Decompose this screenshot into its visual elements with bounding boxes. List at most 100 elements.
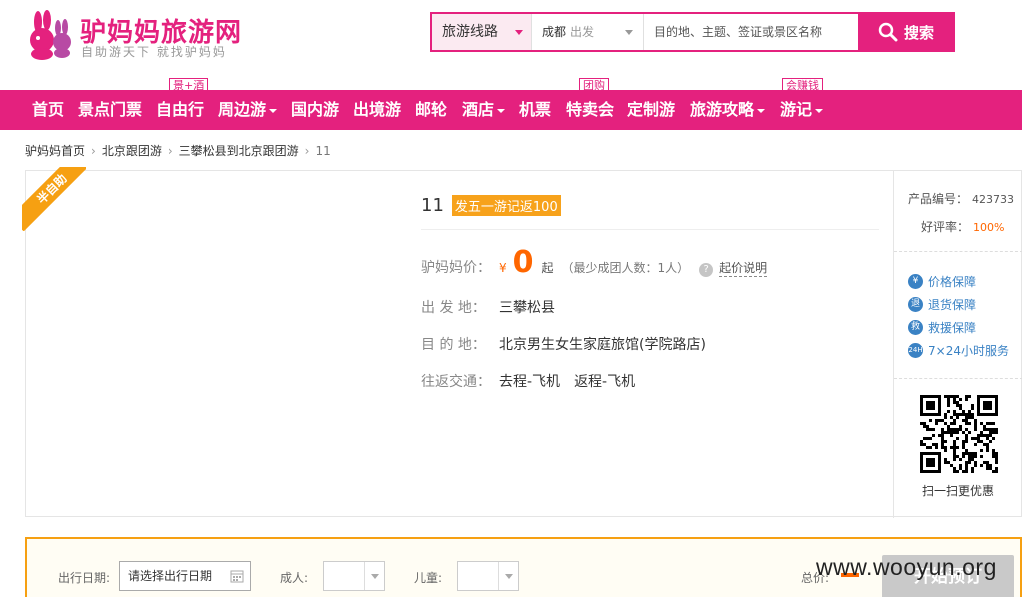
rating-label: 好评率： xyxy=(921,220,970,234)
qr-code-icon xyxy=(920,395,998,473)
qr-caption: 扫一扫更优惠 xyxy=(922,484,995,498)
chevron-down-icon xyxy=(269,108,278,113)
traffic-outbound: 去程-飞机 xyxy=(499,374,561,390)
traffic-row: 往返交通： 去程-飞机 返程-飞机 xyxy=(421,371,635,391)
destination-value: 北京男生女生家庭旅馆(学院路店) xyxy=(499,337,706,353)
currency-symbol: ¥ xyxy=(499,261,507,275)
guarantee-service[interactable]: 24H 7×24小时服务 xyxy=(908,342,1009,359)
site-header: 驴妈妈旅游网 自助游天下 就找驴妈妈 旅游线路 成都 出发 目的地、主题、签证或景… xyxy=(0,0,1022,90)
product-sidebar: 产品编号： 423733 好评率： 100% ¥ 价格保障 退退货保障 救救援保障 2… xyxy=(893,171,1022,518)
nav-item-nearby[interactable]: 周边游 xyxy=(218,90,278,130)
nav-label: 景点门票 xyxy=(78,100,143,119)
divider xyxy=(894,378,1022,379)
logo-slogan: 自助游天下 就找驴妈妈 xyxy=(81,45,227,59)
breadcrumb-home[interactable]: 驴妈妈首页 xyxy=(25,144,85,158)
departure-label: 出 发 地： xyxy=(421,300,486,316)
breadcrumb-separator: › xyxy=(91,144,96,158)
search-button-label: 搜索 xyxy=(903,23,934,42)
nav-item-custom[interactable]: 定制游 xyxy=(627,90,675,130)
guarantee-rescue[interactable]: 救救援保障 xyxy=(908,319,976,336)
nav-item-home[interactable]: 首页 xyxy=(32,90,64,130)
calendar-icon xyxy=(230,570,244,583)
chevron-down-icon xyxy=(515,30,523,35)
ribbon-label: 半自助 xyxy=(22,167,86,231)
search-input[interactable]: 目的地、主题、签证或景区名称 xyxy=(644,14,858,50)
adult-label: 成人: xyxy=(280,571,309,585)
nav-item-hotel[interactable]: 酒店 xyxy=(462,90,506,130)
travel-date-input[interactable]: 请选择出行日期 xyxy=(119,561,251,591)
nav-label: 旅游攻略 xyxy=(690,100,755,119)
nav-label: 游记 xyxy=(780,100,813,119)
traffic-label: 往返交通： xyxy=(421,374,491,390)
main-nav: 首页 景点门票 自由行 周边游 国内游 出境游 邮轮 酒店 机票 特卖会 定制游… xyxy=(0,90,1022,130)
product-title-row: 11 发五一游记返100 xyxy=(421,195,561,216)
rabbit-logo-icon xyxy=(30,10,71,60)
watermark: www.wooyun.org xyxy=(816,554,997,580)
nav-item-tickets[interactable]: 景点门票 xyxy=(78,90,142,130)
rating-value: 100% xyxy=(973,221,1005,234)
search-type-select[interactable]: 旅游线路 xyxy=(432,14,532,50)
nav-label: 首页 xyxy=(32,100,65,119)
nav-label: 邮轮 xyxy=(415,100,448,119)
guarantee-price[interactable]: ¥ 价格保障 xyxy=(908,273,976,290)
nav-item-free-travel[interactable]: 自由行 xyxy=(156,90,204,130)
departure-value: 三攀松县 xyxy=(499,300,555,316)
search-type-label: 旅游线路 xyxy=(442,24,498,40)
nav-label: 特卖会 xyxy=(566,100,615,119)
chevron-down-icon xyxy=(364,562,384,590)
chevron-down-icon xyxy=(757,108,766,113)
min-group-size: （最少成团人数：1人） xyxy=(561,261,690,275)
guarantee-label: 退货保障 xyxy=(928,298,977,312)
nav-item-flights[interactable]: 机票 xyxy=(519,90,551,130)
breadcrumb-category[interactable]: 北京跟团游 xyxy=(102,144,162,158)
nav-label: 酒店 xyxy=(462,100,495,119)
rescue-icon: 救 xyxy=(908,320,923,335)
nav-label: 机票 xyxy=(519,100,552,119)
departure-row: 出 发 地： 三攀松县 xyxy=(421,297,555,317)
product-code-label: 产品编号： xyxy=(908,192,969,206)
destination-row: 目 的 地： 北京男生女生家庭旅馆(学院路店) xyxy=(421,334,706,354)
guarantee-refund[interactable]: 退退货保障 xyxy=(908,296,976,313)
nav-label: 定制游 xyxy=(627,100,676,119)
price-suffix: 起 xyxy=(541,261,554,275)
nav-item-travel-notes[interactable]: 游记 xyxy=(780,90,824,130)
guarantee-label: 价格保障 xyxy=(928,275,977,289)
nav-item-guides[interactable]: 旅游攻略 xyxy=(690,90,766,130)
search-icon xyxy=(878,22,898,42)
price-row: 驴妈妈价： ¥ 0 起 （最少成团人数：1人） ? 起价说明 xyxy=(421,245,768,280)
traffic-return: 返程-飞机 xyxy=(574,374,636,390)
price-explanation-link[interactable]: 起价说明 xyxy=(719,259,768,277)
nav-label: 自由行 xyxy=(156,100,205,119)
price-value: 0 xyxy=(512,245,534,280)
travel-date-placeholder: 请选择出行日期 xyxy=(128,569,213,583)
divider xyxy=(421,229,879,230)
product-type-ribbon: 半自助 xyxy=(22,167,86,231)
chevron-down-icon xyxy=(815,108,824,113)
24h-icon: 24H xyxy=(908,343,923,358)
date-label: 出行日期: xyxy=(58,571,111,585)
breadcrumb: 驴妈妈首页 › 北京跟团游 › 三攀松县到北京跟团游 › 11 xyxy=(25,142,331,159)
city-name: 成都 xyxy=(542,25,567,39)
nav-label: 国内游 xyxy=(291,100,340,119)
question-icon[interactable]: ? xyxy=(699,263,714,277)
chevron-down-icon xyxy=(625,30,633,35)
promo-badge[interactable]: 发五一游记返100 xyxy=(451,195,561,216)
child-count-select[interactable] xyxy=(457,561,519,591)
adult-count-select[interactable] xyxy=(323,561,385,591)
nav-item-outbound[interactable]: 出境游 xyxy=(353,90,401,130)
search-button[interactable]: 搜索 xyxy=(858,13,954,51)
destination-label: 目 的 地： xyxy=(421,337,486,353)
nav-item-sale[interactable]: 特卖会 xyxy=(566,90,614,130)
nav-item-cruise[interactable]: 邮轮 xyxy=(415,90,447,130)
product-title: 11 xyxy=(421,195,444,216)
child-label: 儿童: xyxy=(414,571,443,585)
site-logo[interactable]: 驴妈妈旅游网 自助游天下 就找驴妈妈 xyxy=(24,10,254,62)
divider xyxy=(894,251,1022,252)
search-bar: 旅游线路 成都 出发 目的地、主题、签证或景区名称 搜索 xyxy=(430,12,955,52)
nav-label: 出境游 xyxy=(353,100,402,119)
breadcrumb-route[interactable]: 三攀松县到北京跟团游 xyxy=(179,144,299,158)
departure-city-select[interactable]: 成都 出发 xyxy=(532,14,644,50)
breadcrumb-separator: › xyxy=(167,144,173,158)
product-card: 半自助 11 发五一游记返100 驴妈妈价： ¥ 0 起 （最少成团人数：1人）… xyxy=(22,167,1022,518)
nav-item-domestic[interactable]: 国内游 xyxy=(291,90,339,130)
